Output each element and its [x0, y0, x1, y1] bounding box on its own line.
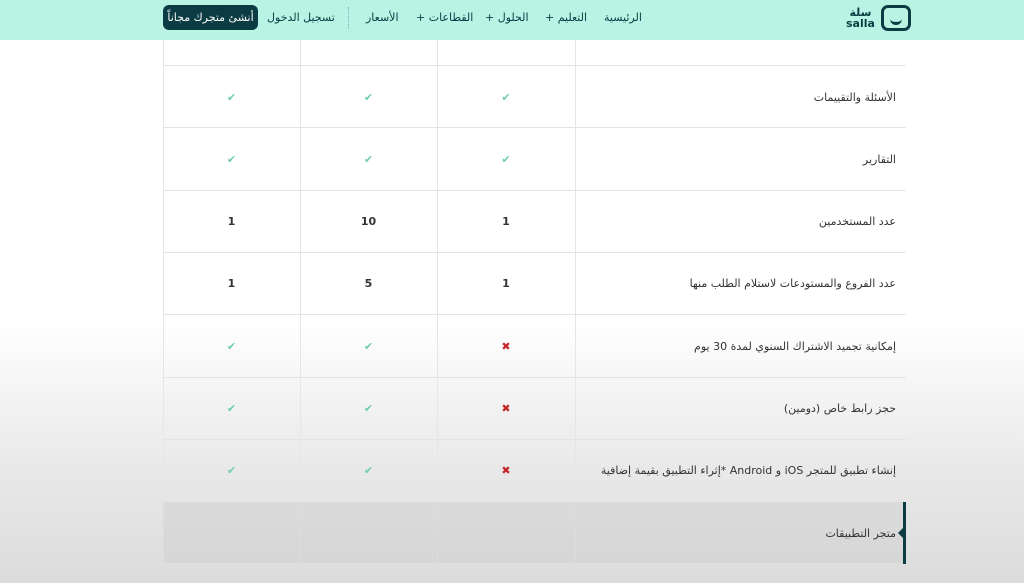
check-icon: ✔ — [363, 152, 374, 166]
nav-solutions[interactable]: الحلول + — [485, 11, 529, 24]
section-label: متجر التطبيقات — [825, 526, 896, 540]
plan-cell: 5 — [300, 253, 437, 315]
check-icon: ✔ — [226, 402, 237, 415]
section-marker — [898, 502, 906, 565]
top-navbar: سلة salla الرئيسية التعليم + الحلول + الق… — [0, 0, 1024, 40]
cross-icon: ✖ — [501, 464, 511, 478]
plan-cell: ✔ — [163, 440, 300, 502]
plan-cell: 1 — [163, 253, 300, 315]
plan-cell: ✖ — [437, 378, 575, 440]
check-icon: ✔ — [226, 90, 237, 104]
check-icon: ✔ — [226, 339, 237, 353]
plan-cell: ✔ — [163, 66, 300, 128]
plan-cell: ✔ — [300, 66, 437, 128]
cell-value: 1 — [502, 215, 510, 229]
plan-cell: ✔ — [300, 440, 437, 502]
table-row: ✔ ✔ ✔ الأسئلة والتقييمات — [163, 65, 906, 127]
cross-icon: ✖ — [501, 339, 511, 353]
nav-divider — [348, 7, 349, 29]
check-icon: ✔ — [501, 90, 511, 104]
cell-value: 10 — [360, 215, 377, 229]
plan-cell: ✔ — [300, 315, 437, 377]
nav-pricing[interactable]: الأسعار — [366, 11, 399, 24]
plan-cell: ✔ — [437, 66, 575, 128]
nav-sectors[interactable]: القطاعات + — [416, 11, 473, 24]
feature-label: عدد الفروع والمستودعات لاستلام الطلب منه… — [689, 277, 896, 291]
cell-value: 1 — [502, 277, 510, 291]
salla-logo[interactable]: سلة salla — [846, 5, 911, 31]
cell-value: 1 — [227, 215, 236, 229]
feature-label: إنشاء تطبيق للمتجر iOS و Android *إثراء … — [600, 464, 896, 478]
feature-label: عدد المستخدمين — [818, 215, 896, 229]
bag-icon — [880, 5, 911, 31]
check-icon: ✔ — [226, 464, 237, 478]
plan-cell: ✔ — [300, 378, 437, 440]
check-icon: ✔ — [501, 152, 511, 166]
cell-value: 1 — [227, 277, 236, 291]
logo-text-en: salla — [846, 17, 875, 30]
section-row-app-store[interactable]: متجر التطبيقات — [163, 501, 906, 565]
create-store-button[interactable]: أنشئ متجرك مجاناً — [163, 5, 258, 30]
check-icon: ✔ — [363, 339, 374, 353]
plan-cell: ✖ — [437, 440, 575, 502]
check-icon: ✔ — [363, 90, 374, 104]
cell-value: 5 — [364, 277, 373, 291]
plan-cell: ✖ — [437, 315, 575, 377]
table-row: ✔ ✔ ✔ التقارير — [163, 127, 906, 189]
check-icon: ✔ — [363, 464, 374, 478]
check-icon: ✔ — [363, 402, 374, 415]
plan-cell: 1 — [437, 191, 575, 253]
feature-label: إمكانية تجميد الاشتراك السنوي لمدة 30 يو… — [694, 339, 896, 353]
table-row: ✖ ✔ ✔ إمكانية تجميد الاشتراك السنوي لمدة 30… — [163, 314, 906, 376]
plan-cell: 10 — [300, 191, 437, 253]
plan-cell: ✔ — [300, 128, 437, 190]
feature-label: حجز رابط خاص (دومين) — [783, 402, 896, 415]
nav-home[interactable]: الرئيسية — [604, 11, 642, 24]
plan-cell: 1 — [437, 253, 575, 315]
table-row: 1 5 1 عدد الفروع والمستودعات لاستلام الطلب … — [163, 251, 906, 315]
table-row: ✖ ✔ ✔ إنشاء تطبيق للمتجر iOS و Android *إثر… — [163, 438, 906, 502]
plan-cell: ✔ — [437, 128, 575, 190]
table-row: ✖ ✔ ✔ حجز رابط خاص (دومين) — [163, 376, 906, 440]
feature-label: التقارير — [862, 152, 896, 166]
cross-icon: ✖ — [501, 402, 511, 415]
plan-cell: 1 — [163, 191, 300, 253]
login-link[interactable]: تسجيل الدخول — [267, 11, 335, 24]
table-row: 1 10 1 عدد المستخدمين — [163, 189, 906, 253]
check-icon: ✔ — [226, 152, 237, 166]
feature-label: الأسئلة والتقييمات — [813, 90, 896, 104]
plan-cell: ✔ — [163, 315, 300, 377]
plan-cell: ✔ — [163, 128, 300, 190]
nav-education[interactable]: التعليم + — [545, 11, 587, 24]
plan-cell: ✔ — [163, 378, 300, 440]
